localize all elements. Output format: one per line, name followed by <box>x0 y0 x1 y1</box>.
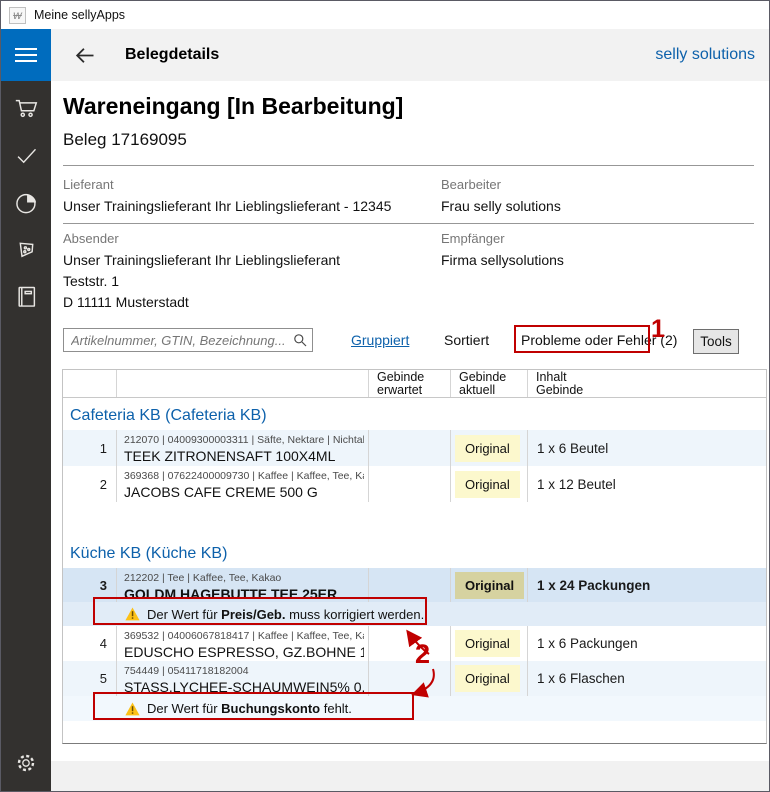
table-filler <box>63 721 766 743</box>
document-number: Beleg 17169095 <box>63 130 187 150</box>
cart-icon <box>13 95 40 122</box>
items-table: Gebindeerwartet Gebindeaktuell InhaltGeb… <box>62 369 767 744</box>
gebinde-aktuell-badge: Original <box>455 471 520 498</box>
tag-icon <box>13 236 40 263</box>
gebinde-aktuell-badge: Original <box>455 630 520 657</box>
gebinde-erwartet-cell <box>369 568 451 602</box>
gebinde-erwartet-cell <box>369 466 451 502</box>
table-row[interactable]: 5 754449 | 05411718182004 STASS.LYCHEE-S… <box>63 661 766 696</box>
book-icon <box>13 283 40 310</box>
back-arrow-icon <box>71 42 98 69</box>
gebinde-aktuell-badge: Original <box>455 572 524 599</box>
sidebar-item-settings[interactable] <box>1 743 51 783</box>
footer-strip <box>51 761 769 791</box>
column-gebinde-aktuell: Gebindeaktuell <box>451 370 528 397</box>
table-row[interactable]: 1 212070 | 04009300003311 | Säfte, Nekta… <box>63 430 766 466</box>
sidebar <box>1 29 51 791</box>
row-number: 2 <box>63 466 117 502</box>
pie-chart-icon <box>13 189 40 216</box>
inhalt-gebinde-cell: 1 x 6 Flaschen <box>528 661 766 696</box>
column-gebinde-erwartet: Gebindeerwartet <box>369 370 451 397</box>
app-window: w Meine sellyApps <box>0 0 770 792</box>
grouped-toggle[interactable]: Gruppiert <box>351 332 409 348</box>
article-meta: 212070 | 04009300003311 | Säfte, Nektare… <box>124 434 364 446</box>
app-header: Belegdetails selly solutions <box>51 29 769 81</box>
article-name: STASS.LYCHEE-SCHAUMWEIN5% 0,75 <box>124 679 364 695</box>
titlebar: w Meine sellyApps <box>1 1 769 29</box>
warning-icon <box>125 607 140 621</box>
warning-row-preis: Der Wert für Preis/Geb. muss korrigiert … <box>63 602 766 626</box>
warning-text: Der Wert für Preis/Geb. muss korrigiert … <box>147 607 424 622</box>
sidebar-item-reports[interactable] <box>1 179 51 226</box>
article-meta: 754449 | 05411718182004 <box>124 665 364 677</box>
sidebar-item-cart[interactable] <box>1 85 51 132</box>
gebinde-erwartet-cell <box>369 430 451 466</box>
sidebar-item-catalog[interactable] <box>1 273 51 320</box>
absender-line: Teststr. 1 <box>63 273 119 289</box>
row-number: 1 <box>63 430 117 466</box>
article-name: JACOBS CAFE CREME 500 G <box>124 484 364 500</box>
absender-line: D 11111 Musterstadt <box>63 294 189 310</box>
back-button[interactable] <box>69 40 99 70</box>
empfaenger-value: Firma sellysolutions <box>441 252 564 268</box>
check-icon <box>13 142 40 169</box>
absender-line: Unser Trainingslieferant Ihr Lieblingsli… <box>63 252 340 268</box>
table-header-row: Gebindeerwartet Gebindeaktuell InhaltGeb… <box>63 370 766 398</box>
page-title: Belegdetails <box>125 46 219 64</box>
group-header-kueche[interactable]: Küche KB (Küche KB) <box>63 540 766 568</box>
row-number: 3 <box>63 568 117 602</box>
article-meta: 212202 | Tee | Kaffee, Tee, Kakao <box>124 572 364 584</box>
menu-icon <box>15 48 37 50</box>
window-title: Meine sellyApps <box>34 8 125 22</box>
article-meta: 369368 | 07622400009730 | Kaffee | Kaffe… <box>124 470 364 482</box>
gebinde-erwartet-cell <box>369 661 451 696</box>
warning-icon <box>125 702 140 716</box>
gebinde-aktuell-badge: Original <box>455 665 520 692</box>
empfaenger-label: Empfänger <box>441 231 505 246</box>
table-row-selected[interactable]: 3 212202 | Tee | Kaffee, Tee, Kakao GOLD… <box>63 568 766 602</box>
search-icon[interactable] <box>292 332 308 348</box>
gebinde-aktuell-badge: Original <box>455 435 520 462</box>
tools-button[interactable]: Tools <box>693 329 739 354</box>
article-name: EDUSCHO ESPRESSO, GZ.BOHNE 1KG <box>124 644 364 660</box>
group-header-cafeteria[interactable]: Cafeteria KB (Cafeteria KB) <box>63 398 766 430</box>
inhalt-gebinde-cell: 1 x 12 Beutel <box>528 466 766 502</box>
main-panel: Belegdetails selly solutions Wareneingan… <box>51 29 769 791</box>
search-input[interactable] <box>63 328 313 352</box>
gebinde-erwartet-cell <box>369 626 451 661</box>
menu-button[interactable] <box>1 29 51 81</box>
lieferant-value: Unser Trainingslieferant Ihr Lieblingsli… <box>63 198 391 214</box>
document-title: Wareneingang [In Bearbeitung] <box>63 93 403 120</box>
warning-text: Der Wert für Buchungskonto fehlt. <box>147 701 352 716</box>
divider <box>63 223 754 224</box>
table-row[interactable]: 4 369532 | 04006067818417 | Kaffee | Kaf… <box>63 626 766 661</box>
bearbeiter-label: Bearbeiter <box>441 177 501 192</box>
article-meta: 369532 | 04006067818417 | Kaffee | Kaffe… <box>124 630 364 642</box>
absender-label: Absender <box>63 231 119 246</box>
article-name: GOLDM HAGEBUTTE TEE 25ER <box>124 586 364 602</box>
lieferant-label: Lieferant <box>63 177 114 192</box>
sidebar-nav <box>1 85 51 320</box>
inhalt-gebinde-cell: 1 x 24 Packungen <box>528 568 766 602</box>
gear-icon <box>14 751 38 775</box>
group-gap <box>63 502 766 540</box>
sidebar-item-tag[interactable] <box>1 226 51 273</box>
row-number: 4 <box>63 626 117 661</box>
bearbeiter-value: Frau selly solutions <box>441 198 561 214</box>
warning-row-buchungskonto: Der Wert für Buchungskonto fehlt. <box>63 696 766 721</box>
problems-filter[interactable]: Probleme oder Fehler (2) <box>521 332 677 348</box>
inhalt-gebinde-cell: 1 x 6 Beutel <box>528 430 766 466</box>
article-name: TEEK ZITRONENSAFT 100X4ML <box>124 448 364 464</box>
brand-text: selly solutions <box>655 46 755 64</box>
column-inhalt-gebinde: InhaltGebinde <box>528 370 766 397</box>
sidebar-item-tasks[interactable] <box>1 132 51 179</box>
row-number: 5 <box>63 661 117 696</box>
inhalt-gebinde-cell: 1 x 6 Packungen <box>528 626 766 661</box>
divider <box>63 165 754 166</box>
app-logo-icon: w <box>9 7 26 24</box>
sorted-toggle[interactable]: Sortiert <box>444 332 489 348</box>
table-row[interactable]: 2 369368 | 07622400009730 | Kaffee | Kaf… <box>63 466 766 502</box>
search-field <box>63 328 313 352</box>
